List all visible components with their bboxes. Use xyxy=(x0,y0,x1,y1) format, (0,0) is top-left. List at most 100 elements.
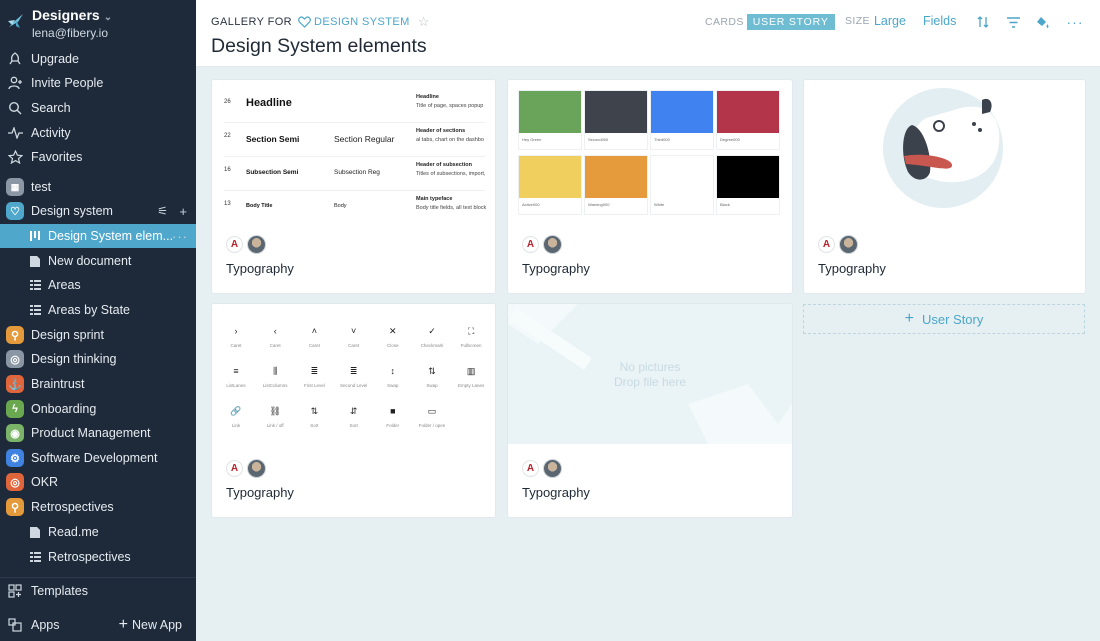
sidebar-space-retrospectives[interactable]: ⚲ Retrospectives xyxy=(0,495,196,519)
fibery-logo-icon xyxy=(8,14,23,28)
sidebar-item-search[interactable]: Search xyxy=(0,96,196,120)
style-name: Section Semi xyxy=(246,134,300,144)
add-card-label: User Story xyxy=(921,311,984,327)
sidebar-space-okr[interactable]: ◎ OKR xyxy=(0,470,196,494)
sidebar-item-label: OKR xyxy=(31,475,59,489)
card-assignees: A xyxy=(226,459,266,478)
apps-icon xyxy=(6,616,24,634)
style-regular: Section Regular xyxy=(334,134,395,144)
sidebar-item-upgrade[interactable]: Upgrade xyxy=(0,47,196,71)
add-user-story-button[interactable]: + User Story xyxy=(803,304,1085,334)
empty-cover-dropzone[interactable]: No pictures Drop file here xyxy=(508,304,792,444)
sidebar-item-new-document[interactable]: New document xyxy=(0,249,196,273)
favorite-star-icon[interactable]: ☆ xyxy=(418,14,430,30)
database-link[interactable]: DESIGN SYSTEM xyxy=(298,16,410,28)
sidebar-item-label: Areas xyxy=(48,278,81,292)
more-icon[interactable]: ··· xyxy=(172,229,188,244)
color-fill-icon[interactable] xyxy=(1035,14,1051,30)
sort-icon[interactable] xyxy=(975,14,991,30)
gallery-card[interactable]: A Typography xyxy=(804,80,1085,293)
fields-button[interactable]: Fields xyxy=(923,14,956,28)
swatch-label: Hey Green xyxy=(522,137,542,142)
card-title: Typography xyxy=(522,485,590,500)
style-name: Headline xyxy=(246,97,292,109)
workspace-switcher[interactable]: Designers ⌄ lena@fibery.io xyxy=(6,7,112,40)
sidebar-item-label: Design System elem... xyxy=(48,229,174,243)
invite-icon xyxy=(6,74,24,92)
color-swatch: Black xyxy=(717,156,779,214)
sidebar-space-software-development[interactable]: ⚙ Software Development xyxy=(0,446,196,470)
gallery-view-icon xyxy=(28,227,42,245)
avatar: A xyxy=(818,236,835,253)
sidebar-item-areas[interactable]: Areas xyxy=(0,273,196,297)
sidebar-item-areas-by-state[interactable]: Areas by State xyxy=(0,298,196,322)
chevron-down-icon: ⌄ xyxy=(103,12,113,23)
icon-glyph: ⛶ xyxy=(468,326,475,336)
sidebar-item-read-me[interactable]: Read.me xyxy=(0,520,196,544)
gallery-card[interactable]: No pictures Drop file here A Typography xyxy=(508,304,792,517)
typography-row: 16 Subsection Semi Subsection Reg Header… xyxy=(224,157,486,191)
gallery-card[interactable]: › Caret ‹ Caret ˄ Caret ˅ Caret ✕ Close ✓ Checkmark… xyxy=(212,304,495,517)
cards-type-selector[interactable]: CARDS USER STORY xyxy=(705,14,835,30)
new-app-label: New App xyxy=(131,618,182,632)
drop-file-label: Drop file here xyxy=(613,375,687,389)
test-app-icon: ▦ xyxy=(6,178,24,196)
table-view-icon xyxy=(28,548,42,566)
add-icon[interactable]: + xyxy=(179,204,188,219)
sidebar-item-retrospectives-view[interactable]: Retrospectives xyxy=(0,545,196,569)
sidebar-item-apps[interactable]: Apps xyxy=(0,613,110,637)
plus-icon: + xyxy=(118,616,128,633)
design-thinking-app-icon: ◎ xyxy=(6,350,24,368)
style-desc: Titles of subsections, import, xyxy=(416,171,486,177)
table-view-icon xyxy=(28,276,42,294)
card-title: Typography xyxy=(522,261,590,276)
product-management-app-icon: ◉ xyxy=(6,424,24,442)
style-heading: Header of sections xyxy=(416,128,466,134)
sidebar-space-onboarding[interactable]: ϟ Onboarding xyxy=(0,397,196,421)
icon-preview-cell: ▭ Folder / open xyxy=(407,406,457,428)
software-development-app-icon: ⚙ xyxy=(6,449,24,467)
sidebar-item-label: Design system xyxy=(31,204,113,218)
sidebar-item-label: Templates xyxy=(31,584,88,598)
style-heading: Headline xyxy=(416,94,439,100)
plus-icon: + xyxy=(904,310,914,327)
sidebar-space-braintrust[interactable]: ⚓ Braintrust xyxy=(0,372,196,396)
filter-icon[interactable] xyxy=(1005,14,1021,30)
sidebar-item-label: Retrospectives xyxy=(48,550,131,564)
heart-icon xyxy=(298,16,311,28)
sidebar-space-test[interactable]: ▦ test xyxy=(0,175,196,199)
swatch-label: Second000 xyxy=(588,137,609,142)
size-selector[interactable]: SIZE Large xyxy=(845,14,906,28)
swatch-label: White xyxy=(654,202,665,207)
view-header: GALLERY FOR DESIGN SYSTEM ☆ Design Syste… xyxy=(196,0,1100,67)
swatch-label: Warning000 xyxy=(588,202,610,207)
typography-row: 26 Headline Headline Title of page, spac… xyxy=(224,89,485,123)
sidebar-item-invite-people[interactable]: Invite People xyxy=(0,71,196,95)
sidebar-item-templates[interactable]: Templates xyxy=(0,579,196,603)
card-assignees: A xyxy=(818,235,858,254)
new-app-button[interactable]: + New App xyxy=(119,615,182,635)
page-title: Design System elements xyxy=(211,35,427,57)
sidebar-item-favorites[interactable]: Favorites xyxy=(0,145,196,169)
style-name: Body Title xyxy=(246,203,273,209)
gallery-card[interactable]: Hey Green Second000 Third000 Degree000 A… xyxy=(508,80,792,293)
more-options-icon[interactable]: ··· xyxy=(1067,14,1083,30)
workspace-name: Designers xyxy=(32,7,100,23)
settings-sliders-icon[interactable]: ⚟ xyxy=(157,204,168,218)
sidebar-space-design-sprint[interactable]: ⚲ Design sprint xyxy=(0,323,196,347)
sidebar-item-design-system-elements[interactable]: Design System elem... ··· xyxy=(0,224,196,248)
font-size: 13 xyxy=(224,201,231,207)
sidebar-item-activity[interactable]: Activity xyxy=(0,121,196,145)
sidebar: Designers ⌄ lena@fibery.io Upgrade Invite… xyxy=(0,0,196,641)
sidebar-space-design-system[interactable]: ♡ Design system ⚟ + xyxy=(0,199,196,223)
sidebar-item-label: Onboarding xyxy=(31,402,97,416)
avatar xyxy=(839,235,858,254)
no-pictures-label: No pictures xyxy=(619,360,681,374)
typography-row: 13 Body Title Body Main typeface Body ti… xyxy=(224,191,486,225)
gallery-card[interactable]: 26 Headline Headline Title of page, spac… xyxy=(212,80,495,293)
icon-label: Fullscreen xyxy=(460,343,482,348)
breadcrumb: GALLERY FOR DESIGN SYSTEM ☆ xyxy=(211,14,430,30)
style-heading: Main typeface xyxy=(416,196,453,202)
sidebar-space-product-management[interactable]: ◉ Product Management xyxy=(0,421,196,445)
sidebar-space-design-thinking[interactable]: ◎ Design thinking xyxy=(0,347,196,371)
